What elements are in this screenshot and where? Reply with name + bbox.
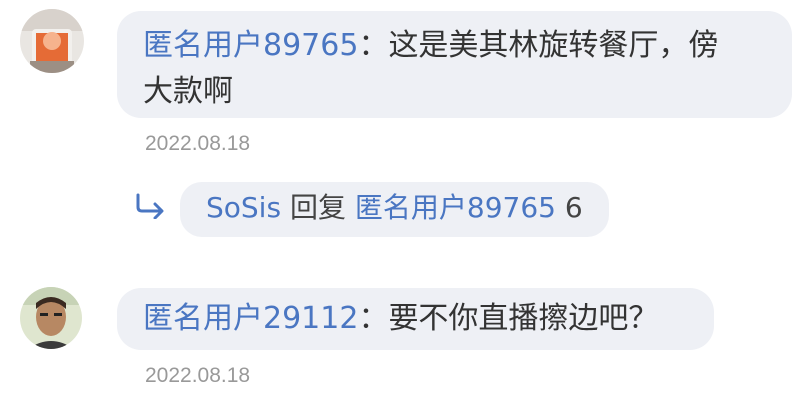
comment-text: 要不你直播擦边吧？ — [388, 301, 659, 336]
comment-bubble[interactable]: 匿名用户89765：这是美其林旋转餐厅，傍 大款啊 — [117, 11, 792, 118]
comment-text-line2: 大款啊 — [143, 74, 233, 109]
reply-target-username[interactable]: 匿名用户89765 — [355, 191, 556, 224]
comment-date: 2022.08.18 — [145, 132, 251, 155]
comment-thread: 匿名用户89765：这是美其林旋转餐厅，傍 大款啊 2022.08.18 SoS… — [0, 0, 802, 407]
reply-text: 6 — [564, 191, 583, 224]
comment-date: 2022.08.18 — [145, 364, 251, 387]
comment-separator: ： — [358, 28, 389, 63]
reply-username[interactable]: SoSis — [206, 191, 281, 224]
reply-arrow-icon — [133, 193, 167, 220]
comment-text-line1: 这是美其林旋转餐厅，傍 — [388, 28, 719, 63]
avatar-image — [20, 287, 82, 349]
comment-bubble[interactable]: 匿名用户29112：要不你直播擦边吧？ — [117, 288, 714, 350]
avatar[interactable] — [20, 287, 82, 349]
reply-label: 回复 — [289, 191, 346, 224]
comment-separator: ： — [358, 301, 389, 336]
comment-username[interactable]: 匿名用户89765 — [143, 28, 358, 63]
avatar[interactable] — [20, 9, 84, 73]
avatar-image — [20, 9, 84, 73]
reply-bubble[interactable]: SoSis 回复 匿名用户89765 6 — [180, 182, 609, 237]
comment-username[interactable]: 匿名用户29112 — [143, 301, 358, 336]
